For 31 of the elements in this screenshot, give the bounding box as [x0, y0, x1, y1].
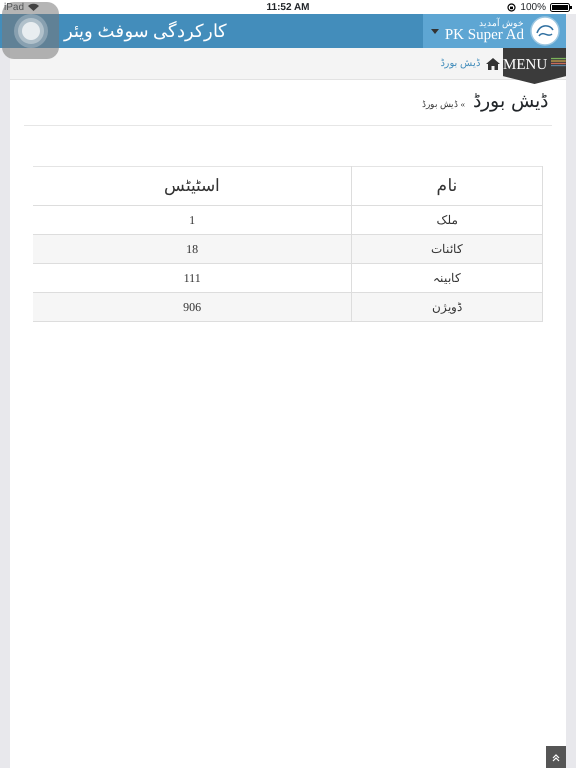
table-cell: کائنات — [352, 234, 542, 264]
assistive-touch-icon — [12, 12, 48, 48]
double-chevron-up-icon — [552, 754, 560, 762]
breadcrumb-trail: » ڈیش بورڈ — [422, 98, 465, 112]
app-title: کارکردگی سوفٹ ویئر — [64, 20, 227, 44]
caret-icon — [430, 28, 439, 34]
table-cell: ملک — [352, 205, 542, 234]
breadcrumb-link[interactable]: ڈیش بورڈ — [440, 56, 480, 71]
welcome-text: خوش آمدید — [478, 19, 524, 28]
table-cell: 1 — [33, 205, 352, 234]
table-cell: 111 — [33, 263, 352, 292]
rotation-lock-icon — [507, 2, 516, 12]
user-name: PK Super Ad — [444, 28, 524, 43]
table-cell: 18 — [33, 234, 352, 264]
device-name: iPad — [4, 0, 24, 14]
menu-icon — [551, 57, 566, 67]
clock: 11:52 AM — [266, 0, 310, 14]
battery-icon — [550, 2, 572, 12]
table-cell: ڈویژن — [352, 292, 542, 322]
wifi-icon — [28, 3, 40, 11]
battery-percent: 100% — [520, 0, 546, 14]
home-icon[interactable] — [486, 58, 500, 70]
menu-button[interactable]: MENU — [503, 48, 566, 84]
assistive-touch-button[interactable] — [2, 2, 59, 59]
scroll-top-button[interactable] — [546, 746, 566, 768]
logo-icon — [530, 16, 560, 46]
table-cell: کابینہ — [352, 263, 542, 292]
column-header: نام — [352, 166, 542, 206]
table-cell: 906 — [33, 292, 352, 322]
column-header: اسٹیٹس — [33, 166, 352, 206]
page-title: ڈیش بورڈ — [472, 90, 548, 113]
